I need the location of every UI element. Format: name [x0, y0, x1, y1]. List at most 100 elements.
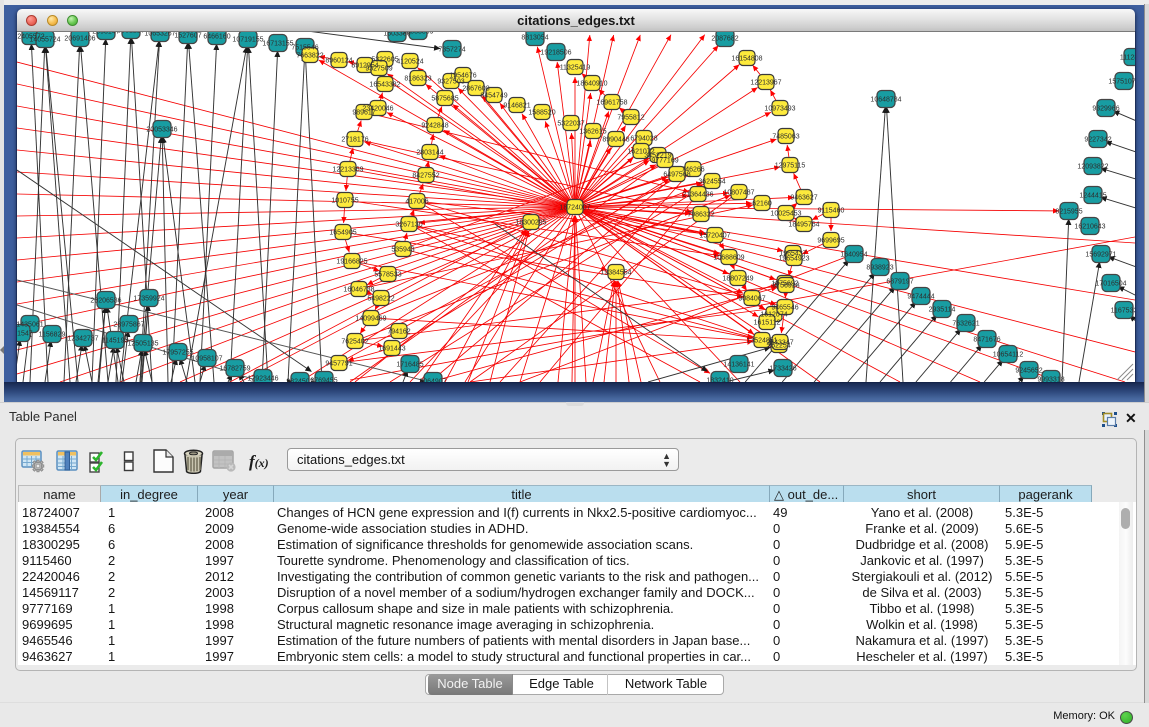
- svg-text:3624554: 3624554: [698, 179, 725, 186]
- svg-text:1435061: 1435061: [17, 322, 44, 329]
- svg-text:1733426: 1733426: [769, 366, 796, 373]
- svg-text:8215955: 8215955: [1055, 209, 1082, 216]
- svg-text:19654923: 19654923: [778, 256, 809, 263]
- svg-text:9327503: 9327503: [437, 79, 464, 86]
- svg-text:14136141: 14136141: [723, 362, 754, 369]
- svg-text:1612074: 1612074: [760, 312, 787, 319]
- svg-text:1010755: 1010755: [331, 198, 358, 205]
- svg-text:8813054: 8813054: [521, 35, 548, 42]
- svg-text:9081227: 9081227: [117, 32, 144, 35]
- svg-text:1362615: 1362615: [579, 129, 606, 136]
- svg-text:20691406: 20691406: [64, 36, 95, 43]
- svg-text:1615112: 1615112: [754, 320, 781, 327]
- svg-text:16713155: 16713155: [262, 41, 293, 48]
- svg-text:9756928: 9756928: [772, 283, 799, 290]
- svg-text:7625402: 7625402: [341, 339, 368, 346]
- svg-text:9146821: 9146821: [503, 103, 530, 110]
- svg-text:10654112: 10654112: [993, 352, 1024, 359]
- svg-text:391547: 391547: [17, 331, 33, 338]
- svg-text:9463627: 9463627: [790, 195, 817, 202]
- svg-text:1527607: 1527607: [174, 33, 201, 40]
- svg-text:12975115: 12975115: [775, 163, 806, 170]
- svg-text:7663822: 7663822: [296, 53, 323, 60]
- svg-text:9699695: 9699695: [817, 238, 844, 245]
- svg-text:17016504: 17016504: [1095, 281, 1126, 288]
- svg-text:794162: 794162: [387, 329, 410, 336]
- svg-text:12093822: 12093822: [1077, 164, 1108, 171]
- svg-text:2543347: 2543347: [766, 340, 793, 347]
- svg-text:2935114: 2935114: [929, 307, 956, 314]
- svg-text:2093147: 2093147: [92, 32, 119, 36]
- svg-text:12923446: 12923446: [247, 376, 278, 383]
- svg-text:9329966: 9329966: [1092, 106, 1119, 113]
- svg-text:16210643: 16210643: [1074, 224, 1105, 231]
- svg-text:1244415: 1244415: [1079, 193, 1106, 200]
- svg-text:1691443: 1691443: [378, 346, 405, 353]
- svg-text:15692971: 15692971: [1085, 252, 1116, 259]
- svg-text:8454749: 8454749: [480, 93, 507, 100]
- svg-text:2867608: 2867608: [462, 86, 489, 93]
- svg-text:8427552: 8427552: [412, 173, 439, 180]
- svg-text:7515546: 7515546: [291, 45, 318, 52]
- svg-text:2087682: 2087682: [711, 36, 738, 43]
- svg-text:9777169: 9777169: [651, 158, 678, 165]
- svg-text:9457791: 9457791: [325, 361, 352, 368]
- svg-text:1954676: 1954676: [449, 73, 476, 80]
- svg-text:20053346: 20053346: [146, 127, 177, 134]
- svg-text:8990448: 8990448: [602, 137, 629, 144]
- svg-text:1156829: 1156829: [39, 332, 66, 339]
- svg-text:1640954: 1640954: [840, 252, 867, 259]
- svg-text:62160: 62160: [752, 201, 772, 208]
- svg-text:12213369: 12213369: [332, 167, 363, 174]
- svg-text:9115460: 9115460: [818, 208, 845, 215]
- svg-text:16154808: 16154808: [731, 56, 762, 63]
- svg-text:14099469: 14099469: [355, 316, 386, 323]
- svg-text:16961758: 16961758: [596, 100, 627, 107]
- svg-text:19166825: 19166825: [336, 259, 367, 266]
- svg-text:5498222: 5498222: [367, 296, 394, 303]
- svg-text:19218506: 19218506: [540, 50, 571, 57]
- svg-text:14055724: 14055724: [29, 37, 60, 44]
- svg-text:23975867: 23975867: [113, 322, 144, 329]
- svg-text:7986322: 7986322: [687, 212, 714, 219]
- svg-text:16046738: 16046738: [343, 287, 374, 294]
- svg-text:1654905: 1654905: [329, 230, 356, 237]
- svg-text:9993318: 9993318: [1037, 377, 1064, 383]
- svg-text:9242848: 9242848: [421, 123, 448, 130]
- svg-text:10688609: 10688609: [713, 255, 744, 262]
- svg-text:7485063: 7485063: [772, 134, 799, 141]
- svg-text:16033809: 16033809: [402, 32, 433, 36]
- svg-text:12342737: 12342737: [67, 336, 98, 343]
- svg-text:1167533: 1167533: [1111, 308, 1135, 315]
- svg-text:17957255: 17957255: [162, 350, 193, 357]
- svg-text:12505135: 12505135: [127, 341, 158, 348]
- svg-text:989617: 989617: [352, 110, 375, 117]
- svg-text:1145193: 1145193: [102, 338, 129, 345]
- svg-text:8938923: 8938923: [866, 265, 893, 272]
- svg-text:9245652: 9245652: [1015, 368, 1042, 375]
- svg-text:15751074: 15751074: [1108, 79, 1135, 86]
- svg-text:746266: 746266: [681, 167, 704, 174]
- svg-text:6794028: 6794028: [630, 136, 657, 143]
- svg-text:15720407: 15720407: [699, 233, 730, 240]
- svg-text:7955812: 7955812: [617, 115, 644, 122]
- svg-text:5322037: 5322037: [557, 121, 584, 128]
- svg-text:11325419: 11325419: [560, 65, 591, 72]
- svg-text:1112854: 1112854: [1120, 55, 1135, 62]
- svg-text:4120524: 4120524: [396, 59, 423, 66]
- svg-text:16543382: 16543382: [369, 82, 400, 89]
- svg-text:6466160: 6466160: [203, 34, 230, 41]
- svg-text:18640910: 18640910: [576, 81, 607, 88]
- svg-text:9327509: 9327509: [365, 66, 392, 73]
- svg-text:10653267: 10653267: [144, 32, 175, 38]
- svg-text:18495764: 18495764: [788, 222, 819, 229]
- svg-text:9084067: 9084067: [738, 296, 765, 303]
- svg-text:17359924: 17359924: [133, 296, 164, 303]
- svg-text:10719155: 10719155: [232, 37, 263, 44]
- svg-text:10025453: 10025453: [770, 211, 801, 218]
- svg-text:19384554: 19384554: [600, 270, 631, 277]
- svg-text:21364436: 21364436: [682, 192, 713, 199]
- svg-text:10973493: 10973493: [764, 106, 795, 113]
- svg-text:8471676: 8471676: [973, 337, 1000, 344]
- svg-text:12213967: 12213967: [750, 80, 781, 87]
